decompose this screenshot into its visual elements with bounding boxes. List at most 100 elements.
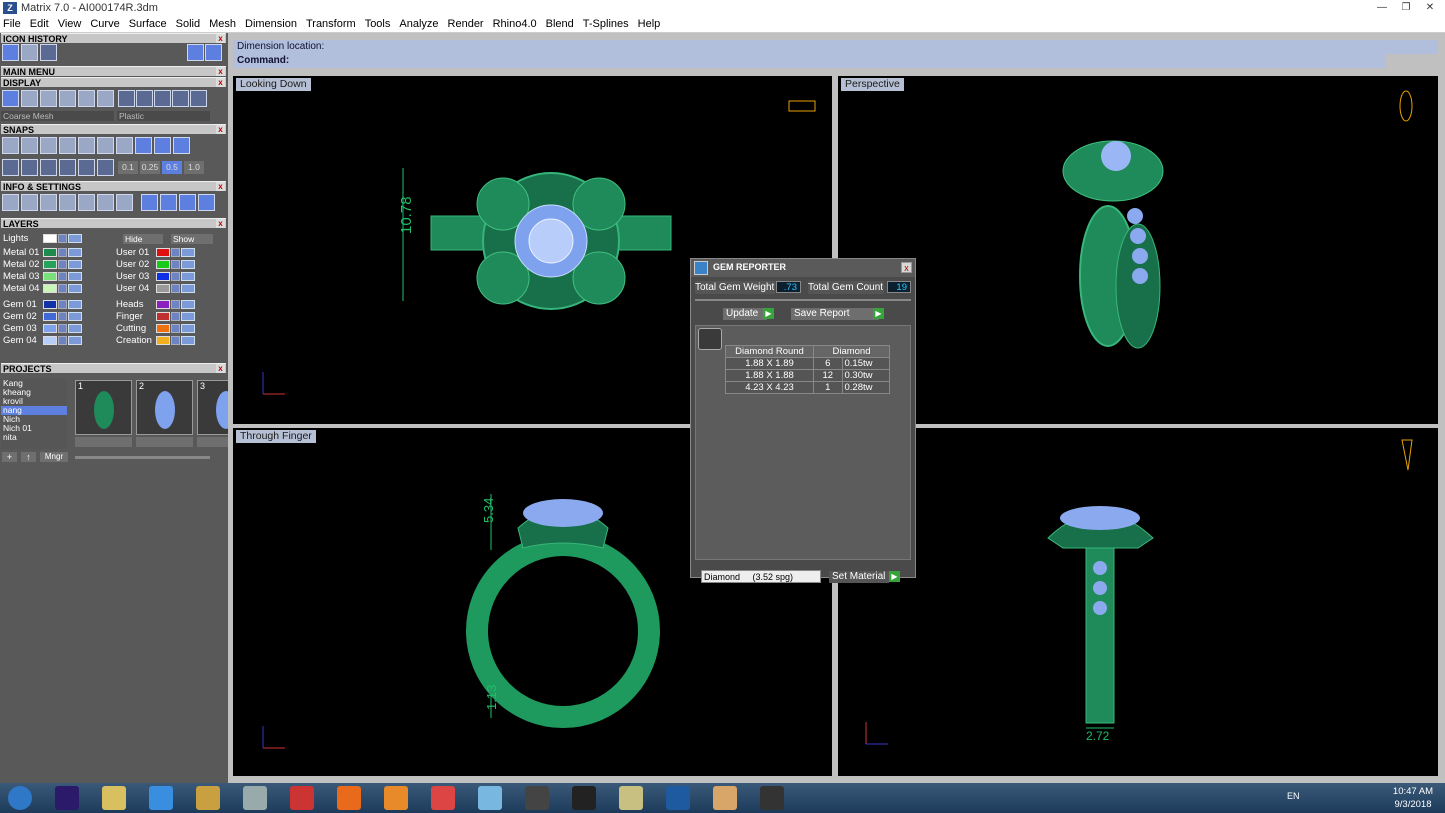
close-icon[interactable]: x (216, 78, 225, 87)
layer-color-swatch[interactable] (156, 324, 170, 333)
visibility-toggle[interactable] (181, 284, 195, 293)
set-material-arrow-icon[interactable]: ▶ (889, 571, 900, 582)
manager-button[interactable]: Mngr (40, 452, 68, 462)
snap-value-0[interactable]: 0.1 (118, 161, 138, 174)
lock-icon[interactable] (58, 324, 67, 333)
visibility-toggle[interactable] (68, 312, 82, 321)
snap2-icon-4[interactable] (59, 159, 76, 176)
lock-icon[interactable] (58, 234, 67, 243)
shade-mode-icon-4[interactable] (172, 90, 189, 107)
layer-color-swatch[interactable] (43, 324, 57, 333)
hide-button[interactable]: Hide (123, 234, 163, 244)
premiere-icon[interactable] (55, 786, 79, 810)
app-icon[interactable] (760, 786, 784, 810)
gem-row[interactable]: 1.88 X 1.88 12 0.30tw (725, 369, 890, 382)
info-icon-4[interactable] (59, 194, 76, 211)
visibility-toggle[interactable] (68, 234, 82, 243)
snap2-icon-1[interactable] (2, 159, 19, 176)
menu-tools[interactable]: Tools (365, 18, 391, 30)
shade-mode-icon-3[interactable] (154, 90, 171, 107)
paint-icon[interactable] (713, 786, 737, 810)
snap2-icon-5[interactable] (78, 159, 95, 176)
menu-render[interactable]: Render (448, 18, 484, 30)
lock-icon[interactable] (58, 312, 67, 321)
info-icon-7[interactable] (116, 194, 133, 211)
layer-color-swatch[interactable] (43, 336, 57, 345)
gem-row[interactable]: 4.23 X 4.23 1 0.28tw (725, 381, 890, 394)
snap2-icon-6[interactable] (97, 159, 114, 176)
clock-date[interactable]: 9/3/2018 (1386, 799, 1440, 810)
info-icon-10[interactable] (179, 194, 196, 211)
layer-row[interactable]: Gem 04 (3, 335, 83, 346)
close-icon[interactable]: x (216, 125, 225, 134)
info-icon-5[interactable] (78, 194, 95, 211)
lights-swatch[interactable] (43, 234, 57, 243)
menu-blend[interactable]: Blend (546, 18, 574, 30)
lock-icon[interactable] (171, 336, 180, 345)
zbrush-icon[interactable] (572, 786, 596, 810)
history-icon-2[interactable] (21, 44, 38, 61)
show-button[interactable]: Show (171, 234, 213, 244)
eraser-icon[interactable] (478, 786, 502, 810)
display-mode-icon-6[interactable] (97, 90, 114, 107)
display-mode-icon-2[interactable] (21, 90, 38, 107)
snap-value-3[interactable]: 1.0 (184, 161, 204, 174)
lock-icon[interactable] (58, 336, 67, 345)
layer-color-swatch[interactable] (156, 312, 170, 321)
save-arrow-icon[interactable]: ▶ (873, 308, 884, 319)
menu-analyze[interactable]: Analyze (399, 18, 438, 30)
lock-icon[interactable] (171, 312, 180, 321)
layer-row[interactable]: User 01 (116, 247, 196, 258)
menu-surface[interactable]: Surface (129, 18, 167, 30)
layer-row[interactable]: Gem 01 (3, 299, 83, 310)
material-select[interactable]: Diamond (3.52 spg) (701, 570, 821, 583)
layer-color-swatch[interactable] (43, 260, 57, 269)
snap-icon-10[interactable] (173, 137, 190, 154)
close-icon[interactable]: x (216, 67, 225, 76)
firefox-icon[interactable] (337, 786, 361, 810)
clock-time[interactable]: 10:47 AM (1386, 786, 1440, 797)
thumb-controls[interactable] (75, 437, 132, 447)
shade-mode-icon-2[interactable] (136, 90, 153, 107)
layer-row[interactable]: Metal 01 (3, 247, 83, 258)
save-report-button[interactable]: Save Report (791, 308, 879, 320)
menu-edit[interactable]: Edit (30, 18, 49, 30)
thumb-slider[interactable] (75, 456, 210, 459)
visibility-toggle[interactable] (68, 248, 82, 257)
layer-color-swatch[interactable] (43, 300, 57, 309)
visibility-toggle[interactable] (68, 300, 82, 309)
visibility-toggle[interactable] (181, 272, 195, 281)
history-icon-3[interactable] (40, 44, 57, 61)
project-item[interactable]: nita (1, 433, 67, 442)
command-input[interactable] (293, 54, 1386, 68)
layer-row[interactable]: Gem 03 (3, 323, 83, 334)
gem-row[interactable]: 1.88 X 1.89 6 0.15tw (725, 357, 890, 370)
close-icon[interactable]: x (901, 262, 912, 273)
add-project-button[interactable]: + (2, 452, 17, 462)
info-icon-8[interactable] (141, 194, 158, 211)
layer-color-swatch[interactable] (156, 336, 170, 345)
menu-curve[interactable]: Curve (90, 18, 119, 30)
close-icon[interactable]: x (216, 34, 225, 43)
minimize-button[interactable]: — (1373, 2, 1391, 14)
layer-color-swatch[interactable] (156, 300, 170, 309)
lock-icon[interactable] (171, 260, 180, 269)
layer-row[interactable]: Cutting (116, 323, 196, 334)
menu-t-splines[interactable]: T-Splines (583, 18, 629, 30)
start-icon[interactable] (8, 786, 32, 810)
set-material-button[interactable]: Set Material (829, 571, 889, 583)
lock-icon[interactable] (58, 248, 67, 257)
snap2-icon-3[interactable] (40, 159, 57, 176)
layer-row[interactable]: Finger (116, 311, 196, 322)
visibility-toggle[interactable] (68, 284, 82, 293)
layer-color-swatch[interactable] (156, 248, 170, 257)
layer-color-swatch[interactable] (43, 312, 57, 321)
info-icon-3[interactable] (40, 194, 57, 211)
layer-color-swatch[interactable] (156, 272, 170, 281)
media-icon[interactable] (384, 786, 408, 810)
menu-dimension[interactable]: Dimension (245, 18, 297, 30)
info-icon-6[interactable] (97, 194, 114, 211)
visibility-toggle[interactable] (68, 324, 82, 333)
snap-icon-1[interactable] (2, 137, 19, 154)
snap-icon-9[interactable] (154, 137, 171, 154)
